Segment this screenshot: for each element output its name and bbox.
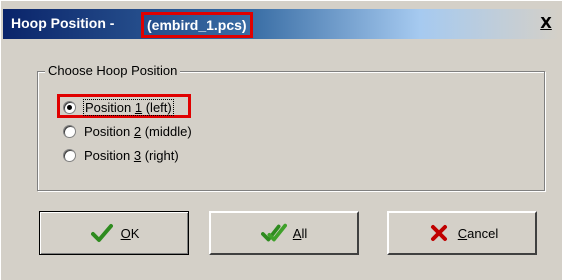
close-button[interactable]: X (537, 14, 555, 32)
cancel-button[interactable]: Cancel (387, 211, 537, 255)
all-button-label: All (292, 225, 308, 241)
radio-label-position-2: Position 2 (middle) (84, 123, 192, 139)
radio-position-3[interactable]: Position 3 (right) (63, 145, 179, 165)
window-title-filename: (embird_1.pcs) (141, 12, 253, 38)
double-green-check-icon (260, 222, 287, 244)
window-title: Hoop Position - (11, 15, 115, 31)
ok-button-label: OK (120, 225, 140, 241)
radio-label-position-1: Position 1 (left) (83, 98, 174, 116)
radio-label-position-3: Position 3 (right) (84, 147, 179, 163)
group-label: Choose Hoop Position (45, 63, 181, 78)
radio-position-2[interactable]: Position 2 (middle) (63, 121, 192, 141)
all-button[interactable]: All (209, 211, 359, 255)
radio-unchecked-icon[interactable] (63, 148, 76, 162)
cancel-button-label: Cancel (457, 225, 499, 241)
title-bar[interactable]: Hoop Position - (embird_1.pcs) X (3, 9, 559, 39)
radio-unchecked-icon[interactable] (63, 124, 76, 138)
red-x-icon (426, 222, 452, 244)
hoop-position-dialog: Hoop Position - (embird_1.pcs) X Choose … (0, 0, 562, 280)
radio-checked-icon[interactable] (63, 100, 76, 114)
green-check-icon (89, 222, 115, 244)
radio-position-1[interactable]: Position 1 (left) (63, 97, 174, 117)
ok-button[interactable]: OK (39, 211, 189, 255)
